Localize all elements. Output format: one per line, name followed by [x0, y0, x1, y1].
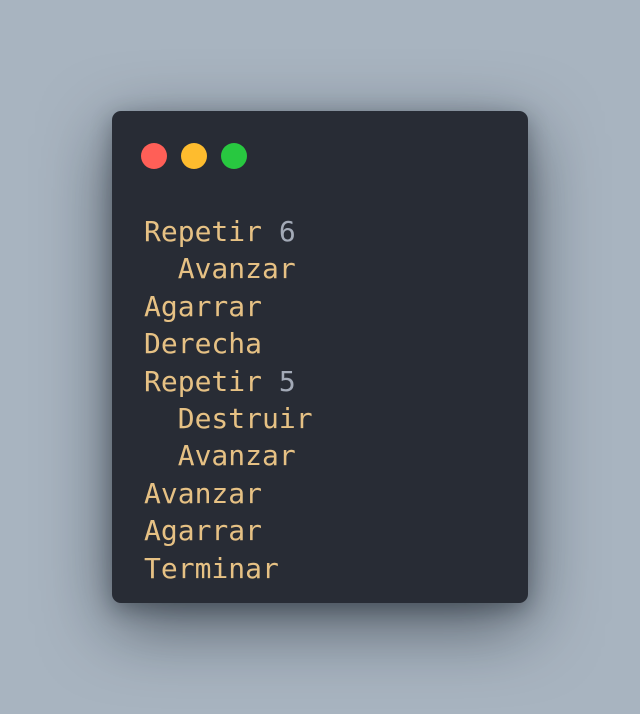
code-keyword: Repetir: [144, 364, 263, 398]
code-line: Repetir 6: [144, 213, 313, 250]
minimize-button[interactable]: [181, 143, 207, 169]
code-keyword: Avanzar: [144, 476, 263, 510]
window-controls: [141, 143, 247, 169]
close-button[interactable]: [141, 143, 167, 169]
code-keyword: Derecha: [144, 327, 263, 361]
code-keyword: Terminar: [144, 551, 279, 585]
code-line: Avanzar: [144, 475, 313, 512]
code-number: 6: [278, 215, 296, 248]
code-line: Agarrar: [144, 512, 313, 549]
code-keyword: Avanzar: [177, 439, 296, 473]
code-keyword: Agarrar: [144, 514, 263, 548]
code-block: Repetir 6 Avanzar Agarrar Derecha Repetir 5…: [144, 213, 313, 587]
code-line: Terminar: [144, 550, 313, 587]
code-window: Repetir 6 Avanzar Agarrar Derecha Repetir 5…: [112, 111, 528, 603]
code-line: Agarrar: [144, 288, 313, 325]
code-line: Derecha: [144, 325, 313, 362]
code-keyword: Avanzar: [177, 252, 296, 286]
code-line: Avanzar: [144, 250, 313, 287]
zoom-button[interactable]: [221, 143, 247, 169]
code-line: Repetir 5: [144, 363, 313, 400]
code-keyword: Agarrar: [144, 289, 263, 323]
code-line: Avanzar: [144, 437, 313, 474]
code-line: Destruir: [144, 400, 313, 437]
code-keyword: Repetir: [144, 215, 263, 248]
code-number: 5: [278, 364, 296, 398]
code-keyword: Destruir: [177, 401, 313, 435]
